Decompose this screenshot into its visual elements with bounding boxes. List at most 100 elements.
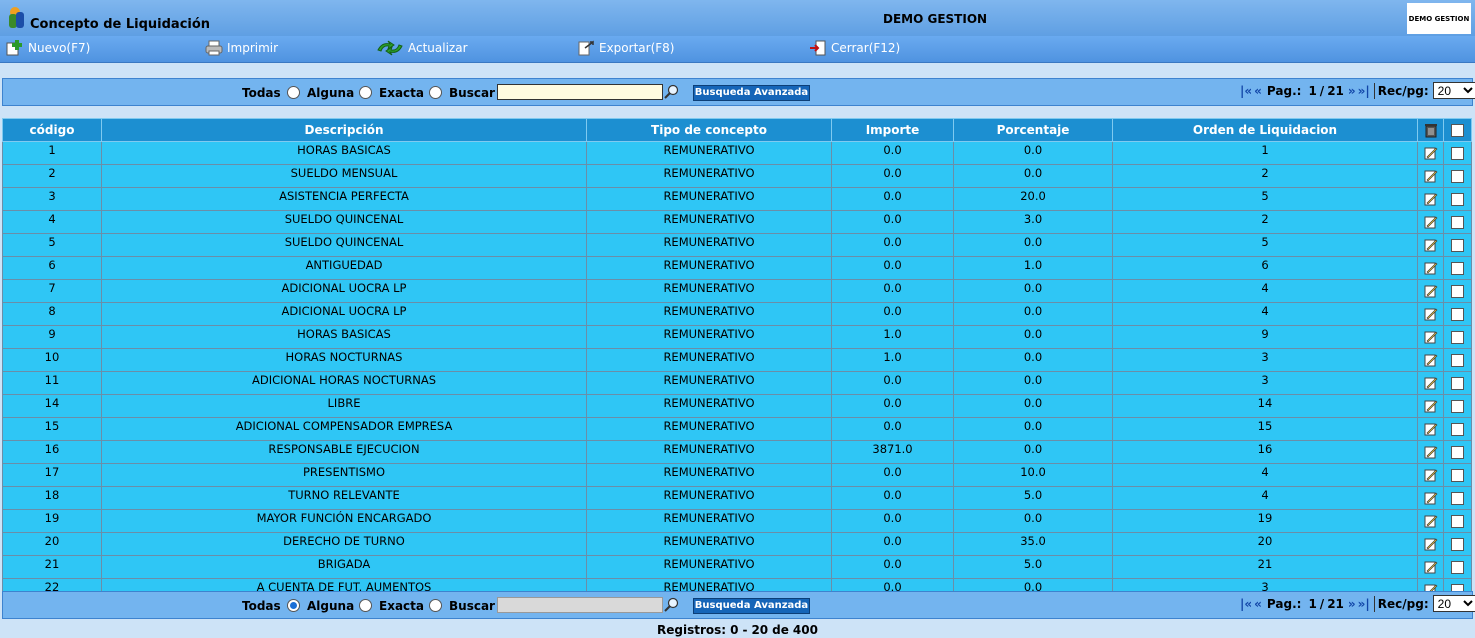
edit-icon[interactable] [1424,445,1438,459]
select-cell[interactable] [1443,394,1472,418]
select-cell[interactable] [1443,164,1472,188]
row-checkbox[interactable] [1451,239,1464,252]
next-page-button[interactable]: » [1348,84,1356,98]
edit-cell[interactable] [1417,555,1444,579]
next-page-button-bottom[interactable]: » [1348,597,1356,611]
table-row[interactable]: 14 LIBRE REMUNERATIVO 0.0 0.0 14 [2,394,1472,418]
last-page-button-bottom[interactable]: »| [1358,597,1370,611]
edit-icon[interactable] [1424,169,1438,183]
radio-alguna[interactable] [359,86,372,99]
col-header-code[interactable]: código [2,118,102,142]
edit-cell[interactable] [1417,440,1444,464]
edit-cell[interactable] [1417,509,1444,533]
trash-icon[interactable] [1423,122,1439,138]
first-page-button-bottom[interactable]: |« [1240,597,1252,611]
row-checkbox[interactable] [1451,561,1464,574]
select-cell[interactable] [1443,509,1472,533]
edit-cell[interactable] [1417,371,1444,395]
search-input[interactable] [497,84,663,100]
edit-cell[interactable] [1417,164,1444,188]
row-checkbox[interactable] [1451,193,1464,206]
edit-icon[interactable] [1424,468,1438,482]
radio-todas-bottom[interactable] [287,599,300,612]
select-cell[interactable] [1443,233,1472,257]
magnifier-icon[interactable] [664,84,680,100]
magnifier-icon-bottom[interactable] [664,597,680,613]
edit-cell[interactable] [1417,486,1444,510]
col-header-delete[interactable] [1417,118,1444,142]
radio-exacta[interactable] [429,86,442,99]
table-row[interactable]: 11 ADICIONAL HORAS NOCTURNAS REMUNERATIVO 0… [2,371,1472,395]
select-cell[interactable] [1443,210,1472,234]
table-row[interactable]: 5 SUELDO QUINCENAL REMUNERATIVO 0.0 0.0 5 [2,233,1472,257]
edit-cell[interactable] [1417,394,1444,418]
row-checkbox[interactable] [1451,423,1464,436]
table-row[interactable]: 4 SUELDO QUINCENAL REMUNERATIVO 0.0 3.0 2 [2,210,1472,234]
table-row[interactable]: 20 DERECHO DE TURNO REMUNERATIVO 0.0 35.0 20 [2,532,1472,556]
row-checkbox[interactable] [1451,538,1464,551]
col-header-description[interactable]: Descripción [101,118,587,142]
table-row[interactable]: 3 ASISTENCIA PERFECTA REMUNERATIVO 0.0 20.0 5 [2,187,1472,211]
select-cell[interactable] [1443,532,1472,556]
edit-cell[interactable] [1417,187,1444,211]
edit-cell[interactable] [1417,302,1444,326]
table-row[interactable]: 1 HORAS BASICAS REMUNERATIVO 0.0 0.0 1 [2,141,1472,165]
table-row[interactable]: 7 ADICIONAL UOCRA LP REMUNERATIVO 0.0 0.0 4 [2,279,1472,303]
table-row[interactable]: 15 ADICIONAL COMPENSADOR EMPRESA REMUNERAT… [2,417,1472,441]
edit-icon[interactable] [1424,560,1438,574]
edit-icon[interactable] [1424,353,1438,367]
select-cell[interactable] [1443,141,1472,165]
edit-cell[interactable] [1417,463,1444,487]
edit-cell[interactable] [1417,417,1444,441]
select-cell[interactable] [1443,256,1472,280]
edit-cell[interactable] [1417,141,1444,165]
col-header-amount[interactable]: Importe [831,118,954,142]
select-cell[interactable] [1443,463,1472,487]
row-checkbox[interactable] [1451,354,1464,367]
select-cell[interactable] [1443,187,1472,211]
table-row[interactable]: 10 HORAS NOCTURNAS REMUNERATIVO 1.0 0.0 3 [2,348,1472,372]
col-header-order[interactable]: Orden de Liquidacion [1112,118,1418,142]
select-cell[interactable] [1443,486,1472,510]
row-checkbox[interactable] [1451,469,1464,482]
col-header-select-all[interactable] [1443,118,1472,142]
edit-icon[interactable] [1424,307,1438,321]
edit-icon[interactable] [1424,215,1438,229]
table-row[interactable]: 17 PRESENTISMO REMUNERATIVO 0.0 10.0 4 [2,463,1472,487]
row-checkbox[interactable] [1451,331,1464,344]
row-checkbox[interactable] [1451,515,1464,528]
edit-cell[interactable] [1417,210,1444,234]
edit-icon[interactable] [1424,422,1438,436]
prev-page-button[interactable]: « [1254,84,1262,98]
edit-icon[interactable] [1424,491,1438,505]
edit-icon[interactable] [1424,261,1438,275]
prev-page-button-bottom[interactable]: « [1254,597,1262,611]
edit-icon[interactable] [1424,376,1438,390]
edit-cell[interactable] [1417,325,1444,349]
edit-icon[interactable] [1424,514,1438,528]
row-checkbox[interactable] [1451,216,1464,229]
radio-todas[interactable] [287,86,300,99]
row-checkbox[interactable] [1451,377,1464,390]
edit-cell[interactable] [1417,532,1444,556]
table-row[interactable]: 19 MAYOR FUNCIÓN ENCARGADO REMUNERATIVO 0.0… [2,509,1472,533]
edit-icon[interactable] [1424,192,1438,206]
search-input-bottom[interactable] [497,597,663,613]
print-button[interactable]: Imprimir [205,40,278,56]
table-row[interactable]: 2 SUELDO MENSUAL REMUNERATIVO 0.0 0.0 2 [2,164,1472,188]
edit-cell[interactable] [1417,233,1444,257]
select-cell[interactable] [1443,279,1472,303]
edit-cell[interactable] [1417,256,1444,280]
row-checkbox[interactable] [1451,492,1464,505]
table-row[interactable]: 9 HORAS BASICAS REMUNERATIVO 1.0 0.0 9 [2,325,1472,349]
table-row[interactable]: 18 TURNO RELEVANTE REMUNERATIVO 0.0 5.0 4 [2,486,1472,510]
select-cell[interactable] [1443,371,1472,395]
row-checkbox[interactable] [1451,400,1464,413]
col-header-type[interactable]: Tipo de concepto [586,118,832,142]
edit-icon[interactable] [1424,537,1438,551]
advanced-search-button[interactable]: Busqueda Avanzada [693,85,810,101]
select-cell[interactable] [1443,555,1472,579]
export-button[interactable]: Exportar(F8) [577,40,674,56]
edit-icon[interactable] [1424,284,1438,298]
table-row[interactable]: 16 RESPONSABLE EJECUCION REMUNERATIVO 3871.… [2,440,1472,464]
